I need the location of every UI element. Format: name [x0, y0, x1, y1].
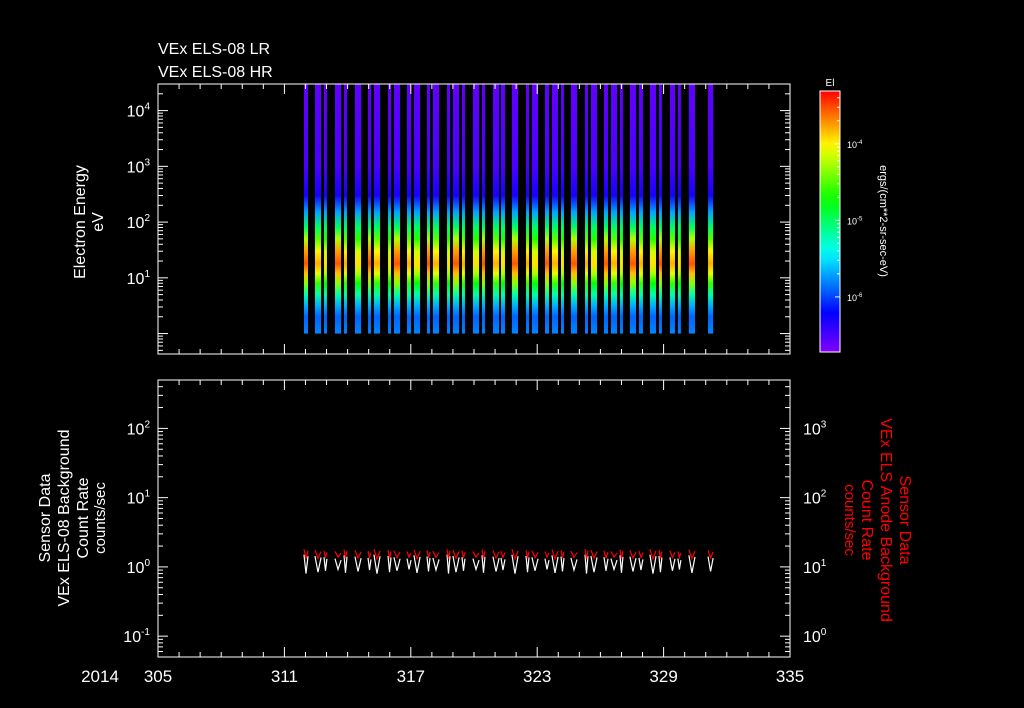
spectrogram-strip	[649, 84, 657, 334]
spectrogram-strip	[561, 84, 564, 334]
spectrogram-strip	[531, 84, 539, 334]
x-tick-label: 335	[776, 667, 804, 686]
right-ylabel-line-1: Sensor Data	[896, 476, 913, 565]
x-axis-year: 2014	[81, 667, 119, 686]
spectrogram-strip	[570, 84, 578, 334]
spectrogram-strip	[388, 84, 391, 334]
spectrogram-strip	[354, 84, 362, 334]
spectrogram-strip	[432, 84, 440, 334]
spectrogram-strip	[413, 84, 421, 334]
colorbar-units-label: ergs/(cm**2-sr-sec-eV)	[877, 165, 889, 277]
spectrogram-strip	[303, 84, 308, 334]
x-tick-label: 323	[523, 667, 551, 686]
y-tick-exponent: 0	[821, 627, 827, 638]
colorbar-label: El	[826, 78, 835, 89]
y-tick-exponent: 3	[144, 157, 150, 168]
spectrogram-strip	[638, 84, 643, 334]
y-tick-exponent: 1	[821, 558, 827, 569]
spectrogram-strip	[472, 84, 480, 334]
spectrogram-strip	[526, 84, 529, 334]
right-ylabel-line-2: VEx ELS Anode Background	[877, 418, 894, 622]
y-tick-exponent: 4	[144, 102, 150, 113]
left-ylabel-line-4: counts/sec	[92, 482, 109, 554]
ylabel-line-1: Electron Energy	[72, 165, 89, 279]
x-tick-label: 311	[271, 667, 298, 686]
y-tick-exponent: 3	[821, 419, 827, 430]
spectrogram-strip	[334, 84, 342, 334]
ylabel-line-2: eV	[90, 212, 107, 232]
spectrogram-strip	[500, 84, 505, 334]
spectrogram-strip	[511, 84, 519, 334]
right-ylabel-line-4: counts/sec	[841, 484, 858, 556]
colorbar	[819, 90, 841, 353]
spectrogram-strip	[427, 84, 430, 334]
x-tick-label: 317	[397, 667, 425, 686]
spectrogram-strip	[551, 84, 559, 334]
spectrogram-strip	[585, 84, 588, 334]
panel-title-lr: VEx ELS-08 LR	[158, 41, 270, 58]
spectrogram-strip	[669, 84, 675, 334]
spectrogram-strip	[590, 84, 598, 334]
spectrogram-strip	[407, 84, 412, 334]
panel-title-hr: VEx ELS-08 HR	[158, 64, 273, 81]
spectrogram-strip	[610, 84, 618, 334]
left-ylabel-line-3: Count Rate	[75, 477, 92, 558]
spectrogram-strip	[629, 84, 637, 334]
x-tick-label: 305	[144, 667, 172, 686]
x-tick-label: 329	[649, 667, 677, 686]
spectrogram-strip	[324, 84, 327, 334]
left-ylabel-line-1: Sensor Data	[37, 473, 54, 562]
spectrogram-strip	[314, 84, 322, 334]
spectrogram-strip	[344, 84, 347, 334]
spectrogram-strip	[368, 84, 371, 334]
y-tick-exponent: 1	[144, 269, 150, 280]
colorbar-tick-exponent: -5	[857, 216, 863, 222]
left-ylabel-line-2: VEx ELS-08 Background	[56, 430, 73, 607]
spectrogram-strip	[619, 84, 623, 334]
y-tick-exponent: 2	[144, 213, 150, 224]
spectrogram-strip	[688, 84, 695, 334]
spectrogram-strip	[373, 84, 381, 334]
y-tick-exponent: 2	[821, 489, 827, 500]
spectrogram-strip	[447, 84, 450, 334]
y-tick-exponent: -1	[141, 627, 150, 638]
plot-canvas: VEx ELS-08 LR VEx ELS-08 HR 101102103104…	[0, 0, 1024, 708]
y-tick-exponent: 1	[144, 489, 150, 500]
spectrogram-strip	[658, 84, 662, 334]
spectrogram-strip	[482, 84, 485, 334]
spectrogram-strip	[452, 84, 460, 334]
colorbar-tick-exponent: -4	[857, 140, 863, 146]
spectrogram-strip	[393, 84, 401, 334]
spectrogram-strip	[492, 84, 500, 334]
y-tick-exponent: 2	[144, 419, 150, 430]
colorbar-tick-exponent: -6	[857, 293, 863, 299]
spectrogram-strip	[677, 84, 681, 334]
colorbar-units: ergs/(cm**2-sr-sec-eV)	[877, 165, 889, 277]
spectrogram-strip	[603, 84, 608, 334]
y-tick-exponent: 0	[144, 558, 150, 569]
spectrogram-strip	[461, 84, 465, 334]
right-ylabel-line-3: Count Rate	[858, 480, 875, 561]
spectrogram-strip	[708, 84, 714, 334]
spectrogram-strip	[544, 84, 549, 334]
